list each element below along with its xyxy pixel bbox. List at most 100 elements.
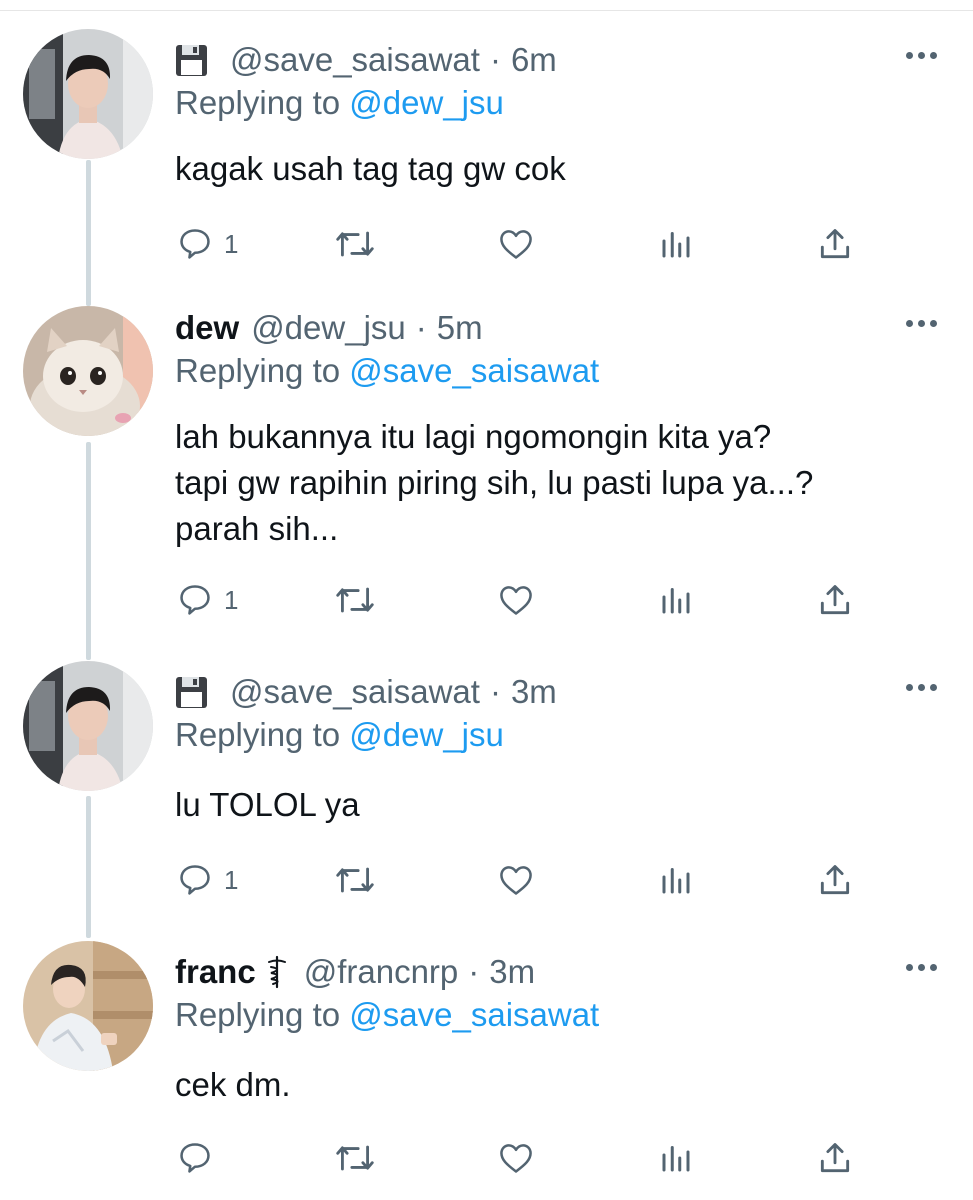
analytics-icon — [662, 232, 690, 258]
avatar[interactable] — [23, 29, 153, 159]
tweet-handle[interactable]: @francnrp — [304, 953, 459, 991]
more-icon[interactable] — [906, 52, 937, 59]
replying-prefix: Replying to — [175, 84, 341, 121]
tweet-text: lu TOLOL ya — [175, 782, 360, 828]
reply-button[interactable] — [176, 1138, 224, 1178]
avatar[interactable] — [23, 306, 153, 436]
share-button[interactable] — [816, 1138, 854, 1178]
replying-mention[interactable]: @dew_jsu — [349, 84, 504, 121]
retweet-button[interactable] — [333, 224, 377, 264]
tweet-text-line: kagak usah tag tag gw cok — [175, 150, 566, 187]
reply-icon — [180, 1143, 210, 1173]
tweet-text-line: parah sih... — [175, 510, 339, 547]
avatar[interactable] — [23, 941, 153, 1071]
separator-dot: · — [489, 673, 501, 710]
retweet-icon — [336, 1145, 374, 1171]
retweet-button[interactable] — [333, 860, 377, 900]
retweet-icon — [336, 231, 374, 257]
tweet-display-name[interactable]: franc — [175, 953, 256, 991]
replying-prefix: Replying to — [175, 996, 341, 1033]
tweet-text-line: lah bukannya itu lagi ngomongin kita ya? — [175, 418, 772, 455]
tweet-actions: 1 — [0, 860, 973, 900]
analytics-icon — [662, 588, 690, 614]
analytics-button[interactable] — [658, 580, 694, 620]
retweet-button[interactable] — [333, 1138, 377, 1178]
tweet-time[interactable]: 3m — [511, 673, 557, 711]
tweet-text: lah bukannya itu lagi ngomongin kita ya?… — [175, 414, 813, 552]
thread-line — [86, 442, 91, 660]
replying-mention[interactable]: @save_saisawat — [349, 352, 599, 389]
replying-mention[interactable]: @save_saisawat — [349, 996, 599, 1033]
tweet-time[interactable]: 3m — [489, 953, 535, 991]
more-icon[interactable] — [906, 964, 937, 971]
top-divider — [0, 0, 973, 11]
tweet-text-line: tapi gw rapihin piring sih, lu pasti lup… — [175, 464, 814, 501]
separator-dot: · — [468, 953, 480, 990]
tweet-text-line: lu TOLOL ya — [175, 786, 360, 823]
floppy-disk-icon — [175, 44, 208, 77]
tweet-text-line: cek dm. — [175, 1066, 291, 1103]
tweet-header: dew @dew_jsu · 5m — [175, 306, 483, 350]
replying-prefix: Replying to — [175, 716, 341, 753]
share-icon — [820, 229, 850, 259]
like-icon — [500, 230, 532, 259]
share-icon — [820, 1143, 850, 1173]
reply-icon — [180, 229, 210, 259]
like-icon — [500, 586, 532, 615]
more-icon[interactable] — [906, 684, 937, 691]
tweet-actions — [0, 1138, 973, 1178]
tweet-header: @save_saisawat · 6m — [175, 38, 557, 82]
share-button[interactable] — [816, 224, 854, 264]
replying-prefix: Replying to — [175, 352, 341, 389]
share-button[interactable] — [816, 860, 854, 900]
reply-count: 1 — [224, 228, 239, 259]
avatar[interactable] — [23, 661, 153, 791]
tweet-handle[interactable]: @save_saisawat — [230, 41, 480, 79]
analytics-icon — [662, 868, 690, 894]
analytics-button[interactable] — [658, 860, 694, 900]
reply-button[interactable]: 1 — [176, 224, 238, 264]
like-icon — [500, 866, 532, 895]
like-button[interactable] — [496, 580, 536, 620]
tweet-actions: 1 — [0, 580, 973, 620]
reply-icon — [180, 585, 210, 615]
analytics-button[interactable] — [658, 224, 694, 264]
like-icon — [500, 1144, 532, 1173]
replying-to: Replying to @save_saisawat — [175, 352, 599, 390]
tweet-text: cek dm. — [175, 1062, 291, 1108]
tweet-handle[interactable]: @dew_jsu — [251, 309, 406, 347]
tweet-handle[interactable]: @save_saisawat — [230, 673, 480, 711]
tweet-time[interactable]: 5m — [437, 309, 483, 347]
tweet-header: @save_saisawat · 3m — [175, 670, 557, 714]
reply-button[interactable]: 1 — [176, 580, 238, 620]
retweet-icon — [336, 867, 374, 893]
share-icon — [820, 865, 850, 895]
tweet-header: franc @francnrp · 3m — [175, 950, 535, 994]
replying-to: Replying to @dew_jsu — [175, 84, 504, 122]
share-button[interactable] — [816, 580, 854, 620]
share-icon — [820, 585, 850, 615]
replying-to: Replying to @save_saisawat — [175, 996, 599, 1034]
retweet-button[interactable] — [333, 580, 377, 620]
more-icon[interactable] — [906, 320, 937, 327]
retweet-icon — [336, 587, 374, 613]
tweet-time[interactable]: 6m — [511, 41, 557, 79]
reply-button[interactable]: 1 — [176, 860, 238, 900]
like-button[interactable] — [496, 1138, 536, 1178]
replying-to: Replying to @dew_jsu — [175, 716, 504, 754]
tweet-actions: 1 — [0, 224, 973, 264]
analytics-button[interactable] — [658, 1138, 694, 1178]
separator-dot: · — [415, 309, 427, 346]
floppy-disk-icon — [175, 676, 208, 709]
replying-mention[interactable]: @dew_jsu — [349, 716, 504, 753]
reply-icon — [180, 865, 210, 895]
caduceus-icon — [264, 955, 290, 989]
analytics-icon — [662, 1146, 690, 1172]
tweet-display-name[interactable]: dew — [175, 309, 239, 347]
like-button[interactable] — [496, 224, 536, 264]
tweet-text: kagak usah tag tag gw cok — [175, 146, 566, 192]
like-button[interactable] — [496, 860, 536, 900]
separator-dot: · — [489, 41, 501, 78]
reply-count: 1 — [224, 864, 239, 895]
reply-count: 1 — [224, 584, 239, 615]
